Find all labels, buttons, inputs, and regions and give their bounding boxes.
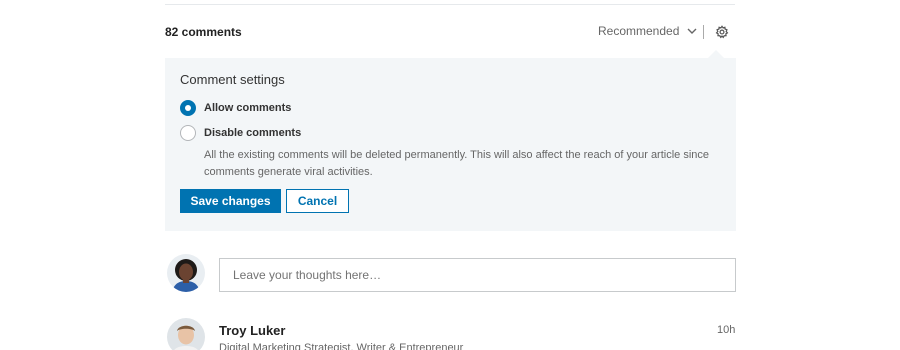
comment-timestamp: 10h	[717, 324, 736, 336]
gear-icon[interactable]	[715, 25, 729, 39]
allow-comments-option[interactable]: Allow comments	[180, 100, 291, 116]
chevron-down-icon[interactable]	[687, 26, 697, 36]
disable-comments-option[interactable]: Disable comments	[180, 125, 301, 141]
toolbar-divider	[703, 25, 704, 39]
disable-comments-radio[interactable]	[180, 125, 196, 141]
save-changes-button[interactable]: Save changes	[180, 189, 281, 213]
sort-label[interactable]: Recommended	[598, 24, 679, 38]
current-user-avatar	[167, 254, 205, 292]
comment-author-name[interactable]: Troy Luker	[219, 323, 285, 338]
allow-comments-radio[interactable]	[180, 100, 196, 116]
comment-author-headline: Digital Marketing Strategist, Writer & E…	[219, 342, 464, 350]
comment-input[interactable]	[219, 258, 736, 292]
settings-panel-caret	[708, 50, 724, 58]
comments-count: 82 comments	[165, 25, 242, 39]
top-divider	[165, 4, 735, 5]
disable-comments-note: All the existing comments will be delete…	[204, 149, 710, 178]
cancel-button[interactable]: Cancel	[286, 189, 349, 213]
sort-dropdown[interactable]: Recommended	[598, 24, 697, 38]
commenter-avatar[interactable]	[167, 318, 205, 350]
settings-title: Comment settings	[180, 72, 285, 87]
allow-comments-label[interactable]: Allow comments	[204, 102, 291, 114]
disable-comments-label[interactable]: Disable comments	[204, 127, 301, 139]
